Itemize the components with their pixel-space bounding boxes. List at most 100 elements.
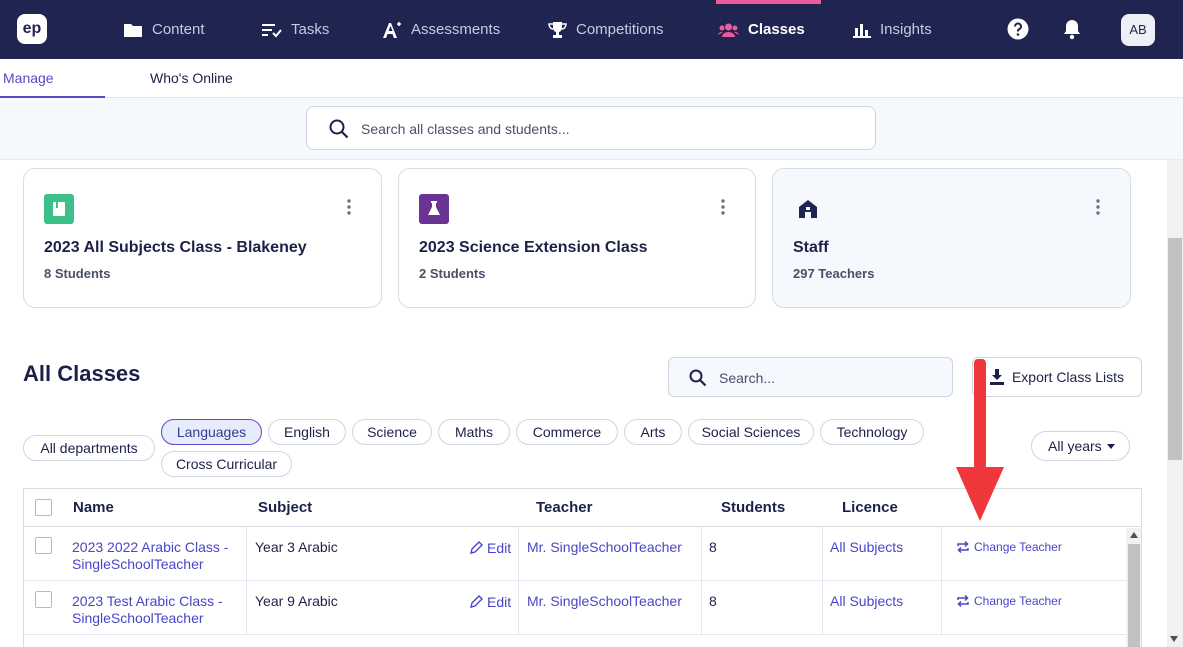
edit-subject-button[interactable]: Edit: [469, 540, 511, 556]
top-navigation: ep Content Tasks Assessments Competition…: [0, 0, 1183, 59]
section-title: All Classes: [23, 361, 141, 386]
edit-subject-button[interactable]: Edit: [469, 594, 511, 610]
filter-chip-commerce[interactable]: Commerce: [516, 419, 618, 445]
filter-chip-social-sciences[interactable]: Social Sciences: [688, 419, 814, 445]
page-scrollbar[interactable]: [1167, 160, 1183, 647]
class-name-line2: SingleSchoolTeacher: [72, 610, 204, 626]
card-subtitle: 8 Students: [44, 266, 111, 281]
header-name[interactable]: Name: [73, 499, 114, 516]
card-title: Staff: [793, 239, 829, 256]
licence-cell: All Subjects: [823, 527, 942, 581]
search-band: [0, 98, 1183, 160]
header-students[interactable]: Students: [721, 499, 785, 516]
class-name-link[interactable]: 2023 Test Arabic Class - SingleSchoolTea…: [72, 593, 223, 627]
card-subtitle: 2 Students: [419, 266, 486, 281]
filter-chip-maths[interactable]: Maths: [438, 419, 510, 445]
ep-logo[interactable]: ep: [17, 14, 47, 44]
more-options-icon[interactable]: [1096, 199, 1100, 220]
class-search[interactable]: [668, 357, 953, 397]
page-scrollbar-thumb[interactable]: [1168, 238, 1182, 460]
table-row: 2023 Test Arabic Class - SingleSchoolTea…: [24, 581, 1126, 635]
class-name-link[interactable]: 2023 2022 Arabic Class - SingleSchoolTea…: [72, 539, 228, 573]
select-all-checkbox[interactable]: [35, 499, 52, 516]
class-name-line2: SingleSchoolTeacher: [72, 556, 204, 572]
bell-icon[interactable]: [1063, 18, 1081, 40]
flask-icon: [419, 194, 449, 224]
search-icon: [689, 369, 707, 387]
trophy-icon: [548, 21, 567, 38]
filter-chip-all-departments[interactable]: All departments: [23, 435, 155, 461]
card-title: 2023 All Subjects Class - Blakeney: [44, 239, 307, 256]
students-cell: 8: [702, 581, 823, 635]
staff-card[interactable]: Staff 297 Teachers: [772, 168, 1131, 308]
name-cell: 2023 Test Arabic Class - SingleSchoolTea…: [24, 581, 247, 635]
filter-chip-languages[interactable]: Languages: [161, 419, 262, 445]
licence-link[interactable]: All Subjects: [830, 539, 903, 556]
nav-insights-label: Insights: [880, 21, 932, 38]
nav-assessments-label: Assessments: [411, 21, 501, 38]
more-options-icon[interactable]: [721, 199, 725, 220]
nav-content[interactable]: Content: [123, 0, 205, 59]
tab-whos-online[interactable]: Who's Online: [150, 59, 233, 98]
annotation-arrow-icon: [956, 359, 1004, 521]
year-select[interactable]: All years: [1031, 431, 1130, 461]
header-subject[interactable]: Subject: [258, 499, 312, 516]
class-name-line1: 2023 2022 Arabic Class -: [72, 539, 229, 555]
change-teacher-label: Change Teacher: [974, 540, 1062, 554]
tab-manage-classes[interactable]: Manage Classes: [0, 59, 105, 124]
nav-competitions[interactable]: Competitions: [548, 0, 664, 59]
more-options-icon[interactable]: [347, 199, 351, 220]
filter-chip-cross-curricular[interactable]: Cross Curricular: [161, 451, 292, 477]
export-label: Export Class Lists: [1011, 369, 1125, 385]
class-card[interactable]: 2023 All Subjects Class - Blakeney 8 Stu…: [23, 168, 382, 308]
name-cell: 2023 2022 Arabic Class - SingleSchoolTea…: [24, 527, 247, 581]
students-cell: 8: [702, 527, 823, 581]
help-icon[interactable]: [1007, 18, 1029, 40]
nav-assessments[interactable]: Assessments: [382, 0, 500, 59]
licence-cell: All Subjects: [823, 581, 942, 635]
chart-icon: [853, 23, 871, 38]
filter-chip-english[interactable]: English: [268, 419, 346, 445]
filter-chip-science[interactable]: Science: [352, 419, 432, 445]
nav-tasks[interactable]: Tasks: [261, 0, 329, 59]
sub-navigation: Manage Classes Who's Online: [0, 59, 1183, 124]
students-count: 8: [709, 593, 717, 609]
row-checkbox[interactable]: [35, 537, 52, 554]
table-scrollbar[interactable]: [1126, 528, 1141, 647]
subject-text: Year 3 Arabic: [255, 539, 338, 555]
change-teacher-button[interactable]: Change Teacher: [956, 540, 1062, 554]
class-search-input[interactable]: [719, 367, 939, 389]
table-scrollbar-thumb[interactable]: [1128, 544, 1140, 647]
edit-label: Edit: [487, 594, 512, 610]
global-search[interactable]: [306, 106, 876, 150]
nav-competitions-label: Competitions: [576, 21, 664, 38]
school-icon: [793, 194, 823, 224]
scroll-up-icon[interactable]: [1130, 532, 1138, 538]
teacher-link[interactable]: Mr. SingleSchoolTeacher: [527, 539, 682, 556]
class-card[interactable]: 2023 Science Extension Class 2 Students: [398, 168, 756, 308]
licence-link[interactable]: All Subjects: [830, 593, 903, 610]
header-licence[interactable]: Licence: [842, 499, 898, 516]
user-avatar[interactable]: AB: [1121, 14, 1155, 46]
search-icon: [329, 119, 349, 139]
filter-chip-arts[interactable]: Arts: [624, 419, 682, 445]
nav-classes-label: Classes: [748, 21, 805, 38]
scroll-down-icon[interactable]: [1170, 636, 1178, 642]
teacher-cell: Mr. SingleSchoolTeacher: [519, 581, 702, 635]
students-count: 8: [709, 539, 717, 555]
change-teacher-button[interactable]: Change Teacher: [956, 594, 1062, 608]
pencil-icon: [470, 541, 483, 554]
edit-label: Edit: [487, 540, 512, 556]
swap-icon: [957, 540, 969, 554]
subject-cell: Year 3 Arabic Edit: [247, 527, 519, 581]
swap-icon: [957, 594, 969, 608]
header-teacher[interactable]: Teacher: [536, 499, 592, 516]
row-checkbox[interactable]: [35, 591, 52, 608]
subject-cell: Year 9 Arabic Edit: [247, 581, 519, 635]
nav-insights[interactable]: Insights: [853, 0, 932, 59]
global-search-input[interactable]: [361, 117, 841, 141]
filter-chip-technology[interactable]: Technology: [820, 419, 924, 445]
nav-classes[interactable]: Classes: [718, 0, 805, 59]
teacher-link[interactable]: Mr. SingleSchoolTeacher: [527, 593, 682, 610]
table-row: 2023 2022 Arabic Class - SingleSchoolTea…: [24, 527, 1126, 581]
